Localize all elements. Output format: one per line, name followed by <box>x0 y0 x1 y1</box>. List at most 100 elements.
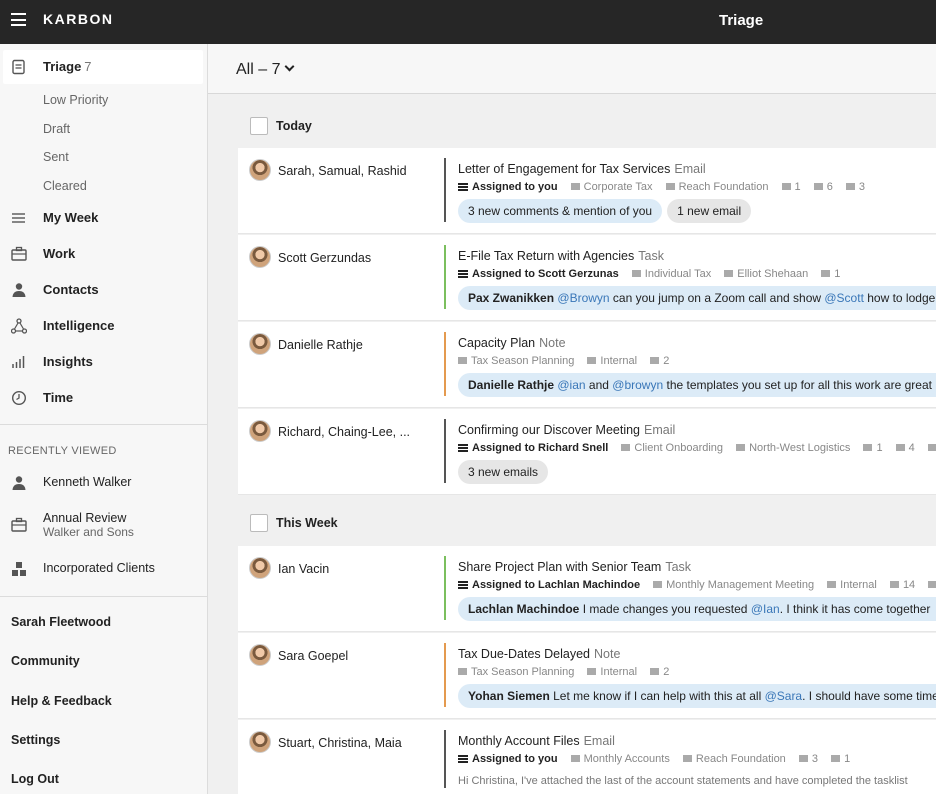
row-type-bar <box>444 245 446 309</box>
comment-icon <box>813 183 823 190</box>
clock-icon <box>11 390 27 406</box>
community-link[interactable]: Community <box>11 654 80 668</box>
email-preview: Hi Christina, I've attached the last of … <box>458 775 908 787</box>
activity-pill[interactable]: 3 new comments & mention of you <box>458 199 663 223</box>
row-participants: Sarah, Samual, Rashid <box>278 164 407 178</box>
recent-item-label: Kenneth Walker <box>43 475 132 489</box>
settings-link[interactable]: Settings <box>11 733 60 747</box>
recent-item-annual-review[interactable]: Annual Review Walker and Sons <box>0 511 206 541</box>
work-type-icon <box>458 668 467 675</box>
email-icon <box>927 444 936 451</box>
latest-comment: Pax Zwanikken @Browyn can you jump on a … <box>458 286 936 310</box>
sidebar-item-intelligence[interactable]: Intelligence <box>0 309 206 343</box>
work-type-icon <box>458 357 467 364</box>
sidebar-item-label: Contacts <box>43 282 99 297</box>
comment-icon <box>798 755 808 762</box>
sidebar-item-my-week[interactable]: My Week <box>0 201 206 235</box>
triage-row[interactable]: Ian Vacin Share Project Plan with Senior… <box>238 546 936 632</box>
inbox-icon <box>11 59 27 75</box>
sidebar-subitem-sent[interactable]: Sent <box>43 150 69 164</box>
sidebar-subitem-low-priority[interactable]: Low Priority <box>43 93 108 107</box>
user-profile-link[interactable]: Sarah Fleetwood <box>11 615 111 629</box>
activity-pill[interactable]: 3 new emails <box>458 460 549 484</box>
row-meta: Tax Season Planning Internal 2 <box>458 355 669 367</box>
row-participants: Sara Goepel <box>278 649 349 663</box>
row-title: Tax Due-Dates Delayed Note <box>458 647 621 661</box>
assigned-icon <box>458 183 468 191</box>
row-participants: Richard, Chaing-Lee, ... <box>278 425 411 439</box>
sidebar-subitem-cleared[interactable]: Cleared <box>43 179 87 193</box>
triage-row[interactable]: Stuart, Christina, Maia Monthly Account … <box>238 720 936 794</box>
row-participants: Danielle Rathje <box>278 338 363 352</box>
work-type-icon <box>653 581 663 588</box>
row-meta: Assigned to Lachlan Machindoe Monthly Ma… <box>458 579 936 591</box>
assignee: Assigned to Lachlan Machindoe <box>472 579 641 591</box>
row-title: Monthly Account Files Email <box>458 734 615 748</box>
triage-row[interactable]: Sara Goepel Tax Due-Dates Delayed Note Ta… <box>238 633 936 719</box>
group-header-this-week: This Week <box>238 496 936 548</box>
note-icon <box>831 755 841 762</box>
sidebar-item-contacts[interactable]: Contacts <box>0 273 206 307</box>
sidebar-divider <box>0 596 207 597</box>
latest-comment: Lachlan Machindoe I made changes you req… <box>458 597 936 621</box>
work-type-icon <box>631 270 641 277</box>
client-icon <box>587 668 597 675</box>
sidebar-subitem-draft[interactable]: Draft <box>43 122 70 136</box>
select-group-checkbox[interactable] <box>250 117 268 135</box>
row-type: Task <box>638 249 664 263</box>
sidebar-item-insights[interactable]: Insights <box>0 345 206 379</box>
sidebar-item-time[interactable]: Time <box>0 381 206 415</box>
row-participants: Stuart, Christina, Maia <box>278 736 402 750</box>
row-type: Note <box>594 647 621 661</box>
group-header-today: Today <box>238 99 936 151</box>
row-type: Email <box>674 162 706 176</box>
triage-row[interactable]: Sarah, Samual, Rashid Letter of Engageme… <box>238 148 936 234</box>
row-activity: 3 new emails <box>458 460 553 484</box>
filter-dropdown[interactable]: All – 7 <box>236 61 295 79</box>
assignee: Assigned to you <box>472 181 558 193</box>
page-title: Triage <box>719 12 764 29</box>
row-participants: Scott Gerzundas <box>278 251 372 265</box>
triage-row[interactable]: Scott Gerzundas E-File Tax Return with A… <box>238 235 936 321</box>
row-title: Capacity Plan Note <box>458 336 566 350</box>
work-type-icon <box>570 183 580 190</box>
log-out-link[interactable]: Log Out <box>11 772 59 786</box>
row-meta: Assigned to Scott Gerzunas Individual Ta… <box>458 268 840 280</box>
group-icon <box>11 561 27 577</box>
sidebar-item-work[interactable]: Work <box>0 237 206 271</box>
triage-row[interactable]: Richard, Chaing-Lee, ... Confirming our … <box>238 409 936 495</box>
select-group-checkbox[interactable] <box>250 514 268 532</box>
recent-item-incorporated-clients[interactable]: Incorporated Clients <box>0 561 206 581</box>
sidebar-item-label: Insights <box>43 354 93 369</box>
contact-icon <box>724 270 734 277</box>
avatar <box>249 420 271 442</box>
row-meta: Tax Season Planning Internal 2 <box>458 666 669 678</box>
comment-icon <box>650 357 660 364</box>
note-icon <box>781 183 791 190</box>
activity-pill[interactable]: 1 new email <box>667 199 752 223</box>
briefcase-icon <box>11 246 27 262</box>
chevron-down-icon <box>285 61 295 72</box>
sidebar-item-triage[interactable]: Triage 7 <box>3 50 203 84</box>
client-icon <box>682 755 692 762</box>
help-feedback-link[interactable]: Help & Feedback <box>11 694 112 708</box>
comment-icon <box>895 444 905 451</box>
assignee: Assigned to Scott Gerzunas <box>472 268 619 280</box>
avatar <box>249 731 271 753</box>
main-panel: All – 7 Today Sarah, Samual, Rashid Lett… <box>208 44 936 794</box>
assigned-icon <box>458 270 468 278</box>
triage-row[interactable]: Danielle Rathje Capacity Plan Note Tax Se… <box>238 322 936 408</box>
avatar <box>249 557 271 579</box>
client-icon <box>736 444 746 451</box>
row-meta: Assigned to Richard Snell Client Onboard… <box>458 442 936 454</box>
brand-logo: KARBON <box>43 11 114 27</box>
filter-bar: All – 7 <box>208 44 936 94</box>
assigned-icon <box>458 755 468 763</box>
recent-item-label: Annual Review <box>43 511 127 525</box>
avatar <box>249 333 271 355</box>
email-icon <box>845 183 855 190</box>
work-type-icon <box>621 444 631 451</box>
comment-icon <box>889 581 899 588</box>
hamburger-menu-icon[interactable] <box>11 13 26 26</box>
recent-item-kenneth-walker[interactable]: Kenneth Walker <box>0 475 206 495</box>
